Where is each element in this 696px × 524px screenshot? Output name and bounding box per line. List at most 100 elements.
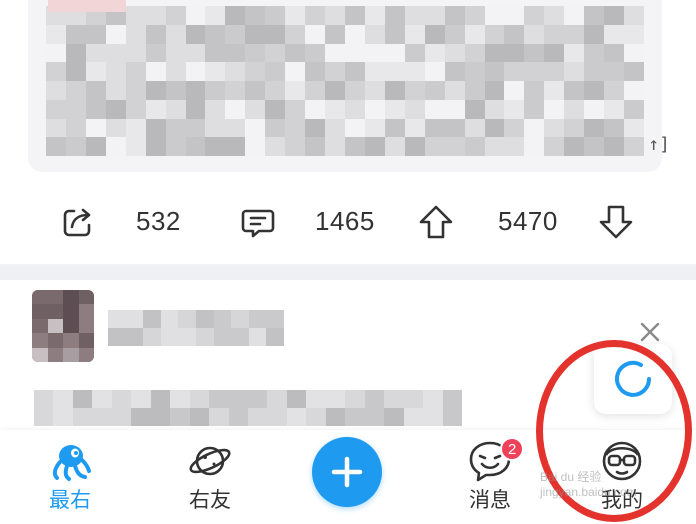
downvote-button[interactable] (594, 190, 638, 254)
comment-button[interactable] (236, 190, 280, 254)
tab-messages[interactable]: 消息 (440, 430, 540, 524)
blur-cell (245, 24, 266, 44)
blur-cell (604, 137, 625, 156)
comment-icon (241, 209, 275, 238)
blur-cell (364, 43, 385, 63)
blur-cell (178, 310, 196, 328)
blur-cell (245, 118, 266, 138)
blur-cell (306, 408, 326, 426)
tab-messages-label: 消息 (469, 488, 511, 512)
blur-cell (345, 408, 365, 426)
blur-cell (125, 24, 146, 44)
blur-cell (305, 137, 326, 156)
tab-profile[interactable]: 我的 (572, 430, 672, 524)
blur-cell (364, 6, 385, 25)
blur-cell (143, 328, 161, 346)
blur-cell (325, 408, 346, 426)
post-card[interactable] (0, 280, 696, 440)
blur-cell (266, 310, 284, 328)
blur-cell (85, 43, 106, 63)
blur-cell (564, 24, 585, 44)
floating-loading-widget[interactable] (594, 344, 672, 414)
post-action-bar: 532 1465 5470 (0, 190, 696, 254)
blur-cell (105, 43, 126, 63)
blur-cell (504, 99, 525, 119)
blur-cell (524, 99, 545, 119)
blur-cell (231, 328, 249, 346)
blur-cell (624, 99, 644, 119)
blur-cell (325, 6, 345, 25)
blur-cell (65, 43, 86, 63)
blur-cell (444, 6, 465, 25)
blur-cell (305, 24, 326, 44)
blur-cell (584, 62, 605, 81)
blur-cell (604, 81, 625, 100)
blur-cell (248, 408, 268, 426)
blur-cell (364, 118, 385, 138)
blur-cell (604, 24, 625, 44)
blur-cell (46, 43, 66, 63)
create-post-button[interactable] (312, 437, 382, 507)
blur-cell (65, 99, 86, 119)
blur-cell (125, 137, 146, 156)
blur-cell (231, 310, 249, 328)
blur-cell (584, 6, 605, 25)
corner-text: ↑] (648, 134, 670, 155)
blur-cell (364, 390, 385, 408)
post-card[interactable]: ↑] 532 1465 5470 (0, 0, 696, 264)
blur-cell (185, 43, 206, 63)
blur-cell (32, 304, 48, 319)
blur-cell (344, 43, 365, 63)
blur-cell (170, 390, 190, 408)
blur-cell (265, 99, 286, 119)
blur-cell (305, 118, 326, 138)
blur-cell (344, 99, 365, 119)
blur-cell (85, 81, 106, 100)
blur-cell (65, 118, 86, 138)
blur-cell (364, 62, 385, 81)
upvote-button[interactable] (414, 190, 458, 254)
blur-cell (464, 62, 485, 81)
blur-cell (53, 408, 73, 426)
blur-cell (165, 6, 186, 25)
blur-cell (325, 81, 345, 100)
upvote-count: 5470 (498, 206, 558, 236)
blur-cell (504, 62, 525, 81)
blur-cell (384, 43, 405, 63)
blur-cell (364, 99, 385, 119)
blur-cell (384, 137, 405, 156)
blur-cell (444, 118, 465, 138)
avatar[interactable] (32, 290, 94, 362)
blur-cell (484, 43, 505, 63)
blur-cell (305, 99, 326, 119)
blur-cell (364, 81, 385, 100)
blur-cell (544, 24, 565, 44)
close-icon[interactable] (636, 318, 664, 346)
feed-divider (0, 266, 696, 280)
blur-cell (444, 99, 465, 119)
blur-cell (484, 62, 505, 81)
share-button[interactable] (56, 190, 100, 254)
blur-cell (245, 99, 266, 119)
blur-cell (125, 118, 146, 138)
blur-cell (344, 118, 365, 138)
blur-cell (325, 137, 345, 156)
blur-cell (325, 118, 345, 138)
tab-home-label: 最右 (49, 488, 91, 512)
blur-cell (544, 43, 565, 63)
blur-cell (444, 81, 465, 100)
blur-cell (34, 408, 54, 426)
blur-cell (285, 81, 306, 100)
blur-cell (165, 81, 186, 100)
blur-cell (424, 6, 445, 25)
blur-cell (85, 118, 106, 138)
blur-cell (63, 347, 79, 362)
blur-cell (189, 390, 210, 408)
blur-cell (265, 43, 286, 63)
blur-cell (150, 390, 171, 408)
blur-cell (564, 6, 585, 25)
tab-home[interactable]: 最右 (20, 430, 120, 524)
tab-friends[interactable]: 右友 (160, 430, 260, 524)
blur-cell (225, 81, 246, 100)
blur-cell (225, 43, 246, 63)
